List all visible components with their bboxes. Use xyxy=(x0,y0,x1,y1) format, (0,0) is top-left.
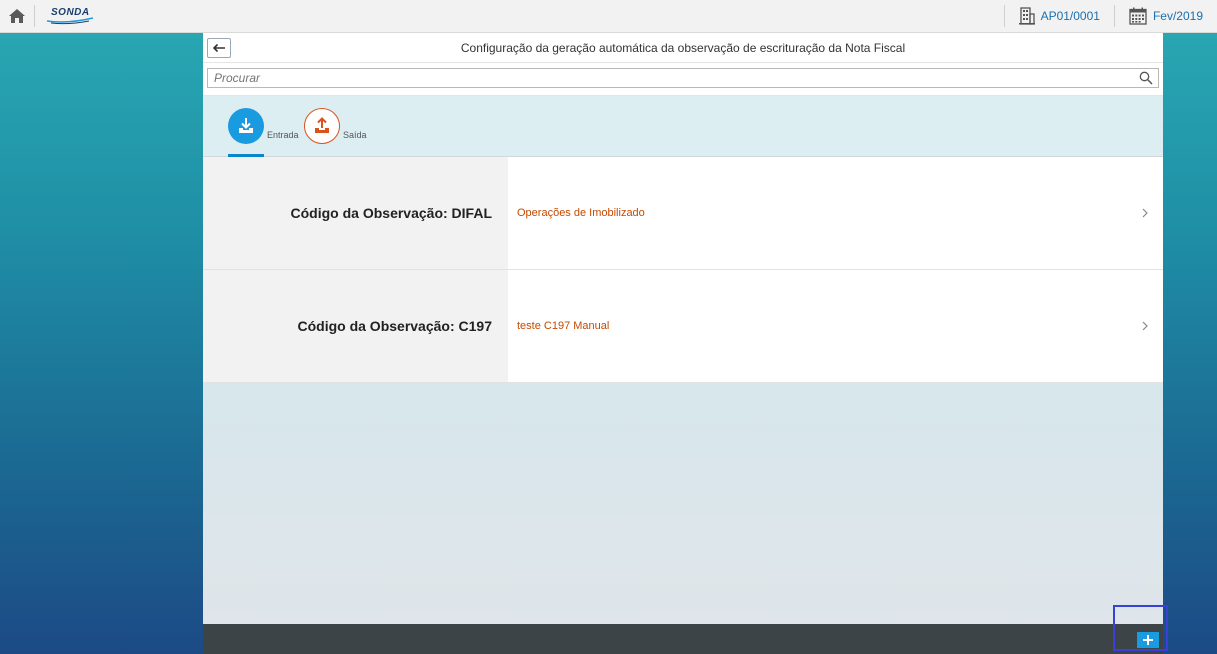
download-inbox-icon xyxy=(228,108,264,144)
tab-label: Saída xyxy=(343,130,367,140)
calendar-icon xyxy=(1129,7,1147,25)
list-item[interactable]: Código da Observação: C197 teste C197 Ma… xyxy=(203,270,1163,383)
observation-list: Código da Observação: DIFAL Operações de… xyxy=(203,157,1163,383)
observation-description: Operações de Imobilizado xyxy=(517,207,645,219)
chevron-right-icon xyxy=(1142,321,1148,331)
chevron-right-icon xyxy=(1142,208,1148,218)
tab-saida[interactable]: Saída xyxy=(304,108,367,144)
arrow-left-icon xyxy=(212,43,225,53)
home-button[interactable] xyxy=(0,0,34,33)
tab-label: Entrada xyxy=(267,130,299,140)
back-button[interactable] xyxy=(207,38,231,58)
shell-bar: SONDA AP01/0001 Fev/2019 xyxy=(0,0,1217,33)
search-bar xyxy=(203,63,1163,96)
add-button[interactable] xyxy=(1137,632,1159,648)
search-box xyxy=(207,68,1159,88)
search-input[interactable] xyxy=(208,69,1158,87)
list-item[interactable]: Código da Observação: DIFAL Operações de… xyxy=(203,157,1163,270)
page-title: Configuração da geração automática da ob… xyxy=(460,40,906,55)
home-icon xyxy=(9,9,25,23)
building-icon xyxy=(1018,7,1035,25)
observation-code: Código da Observação: C197 xyxy=(203,270,508,382)
org-unit-label: AP01/0001 xyxy=(1040,9,1100,23)
period-label: Fev/2019 xyxy=(1152,9,1203,23)
observation-code: Código da Observação: DIFAL xyxy=(203,157,508,269)
tab-entrada[interactable]: Entrada xyxy=(228,108,299,144)
observation-description: teste C197 Manual xyxy=(517,320,610,332)
search-icon[interactable] xyxy=(1139,71,1153,85)
main-panel: Configuração da geração automática da ob… xyxy=(203,33,1163,654)
logo-text: SONDA xyxy=(51,6,90,18)
footer-toolbar xyxy=(203,624,1163,654)
plus-icon xyxy=(1143,635,1153,645)
page-header: Configuração da geração automática da ob… xyxy=(203,33,1163,63)
period-selector[interactable]: Fev/2019 xyxy=(1115,0,1217,33)
sonda-logo: SONDA xyxy=(35,0,94,33)
upload-outbox-icon xyxy=(304,108,340,144)
icon-tab-bar: Entrada Saída xyxy=(203,96,1163,157)
empty-area xyxy=(203,383,1163,625)
org-unit-selector[interactable]: AP01/0001 xyxy=(1005,0,1114,33)
